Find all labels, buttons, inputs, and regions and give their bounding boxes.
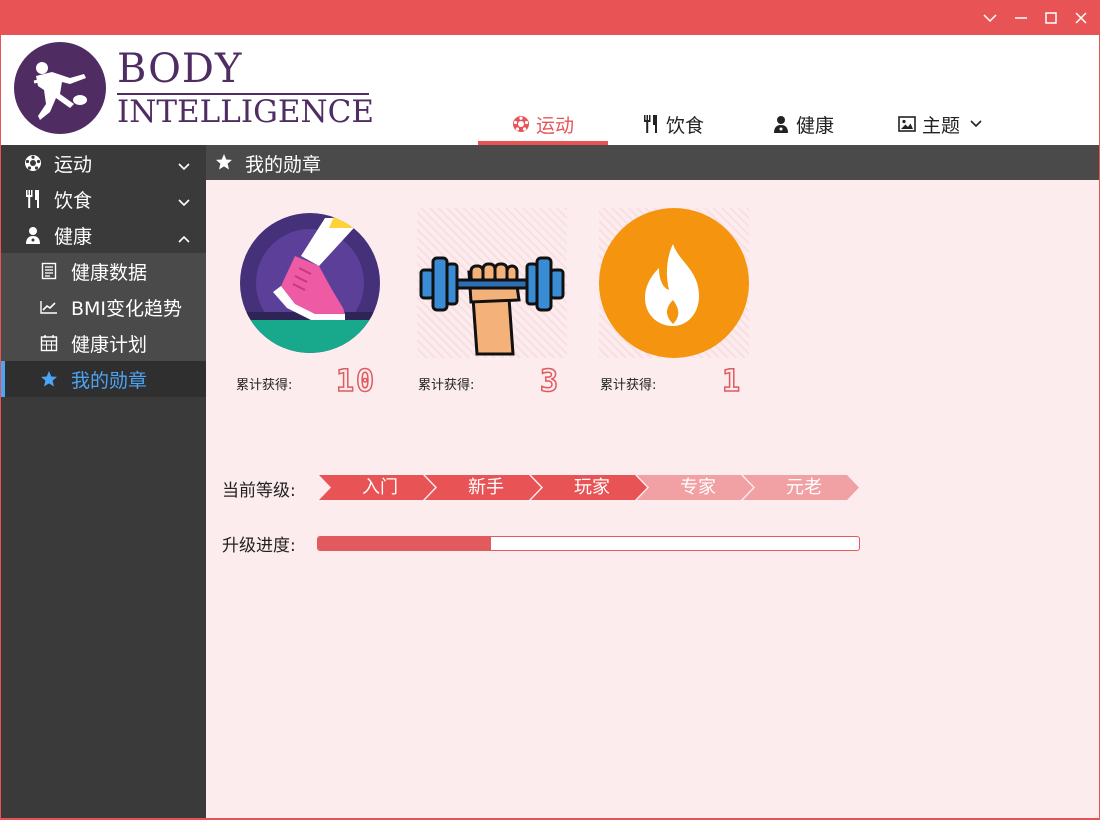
badge-count-label: 累计获得: (418, 378, 475, 393)
logo-text-intelligence: INTELLIGENCE (117, 94, 374, 130)
badge-count-value: 1 (721, 363, 743, 400)
badge-count-value: 10 (335, 363, 377, 400)
sidebar-subitem-bmi-trend[interactable]: BMI变化趋势 (1, 289, 206, 325)
level-step: 新手 (425, 475, 541, 500)
calendar-icon (39, 333, 59, 353)
doctor-icon (772, 115, 790, 133)
fork-knife-icon (23, 189, 43, 209)
sidebar-item-label: 运动 (54, 154, 93, 176)
nav-tab-theme[interactable]: 主题 (868, 103, 1018, 145)
chevron-down-icon (970, 120, 982, 128)
badge-count-label: 累计获得: (236, 378, 293, 393)
nav-tab-label: 运动 (535, 114, 574, 137)
page-header: 我的勋章 (206, 145, 1099, 180)
maximize-icon[interactable] (1036, 0, 1066, 35)
progress-bar (317, 536, 860, 551)
level-step-label: 入门 (362, 477, 398, 498)
nav-tab-label: 健康 (795, 114, 834, 137)
sidebar-item-sport[interactable]: 运动 (1, 145, 206, 181)
sidebar: 运动 饮食 健康 健康数据 BMI变化趋势 健康计划 我的勋章 (1, 145, 206, 818)
nav-tab-diet[interactable]: 饮食 (608, 103, 738, 145)
sidebar-item-diet[interactable]: 饮食 (1, 181, 206, 217)
nav-tab-label: 主题 (921, 114, 960, 137)
logo-text-body: BODY (117, 46, 243, 92)
sidebar-subitem-label: 健康计划 (71, 334, 148, 356)
level-step-label: 元老 (786, 477, 822, 498)
level-step-label: 专家 (680, 477, 716, 498)
sidebar-subitem-my-badges[interactable]: 我的勋章 (1, 361, 206, 397)
sidebar-subitem-label: BMI变化趋势 (71, 298, 183, 320)
chevron-down-icon[interactable] (975, 0, 1005, 35)
title-bar (0, 0, 1100, 35)
logo-icon (14, 42, 106, 134)
chevron-down-icon (178, 190, 190, 212)
sidebar-item-label: 饮食 (54, 190, 93, 212)
sidebar-item-label: 健康 (54, 226, 93, 248)
page-title: 我的勋章 (245, 154, 322, 176)
image-icon (898, 116, 916, 132)
progress-fill (318, 537, 492, 550)
sidebar-item-health[interactable]: 健康 (1, 217, 206, 253)
sidebar-subitem-label: 健康数据 (71, 262, 148, 284)
badge-count-label: 累计获得: (600, 378, 657, 393)
level-step: 元老 (743, 475, 859, 500)
sidebar-subitem-health-plan[interactable]: 健康计划 (1, 325, 206, 361)
nav-tab-sport[interactable]: 运动 (478, 103, 608, 145)
level-step: 专家 (637, 475, 753, 500)
minimize-icon[interactable] (1006, 0, 1036, 35)
level-step-label: 新手 (468, 477, 504, 498)
level-step: 玩家 (531, 475, 647, 500)
fork-knife-icon (642, 114, 660, 134)
badge-count-value: 3 (539, 363, 561, 400)
level-step-label: 玩家 (574, 477, 610, 498)
star-icon (215, 153, 233, 176)
star-icon (39, 369, 59, 389)
line-chart-icon (39, 297, 59, 317)
doctor-icon (23, 225, 43, 245)
document-icon (39, 261, 59, 281)
chevron-up-icon (178, 226, 190, 248)
nav-tab-label: 饮食 (665, 114, 704, 137)
close-icon[interactable] (1066, 0, 1096, 35)
level-label: 当前等级: (222, 481, 296, 501)
level-step: 入门 (319, 475, 435, 500)
app-header: BODY INTELLIGENCE 运动 饮食 健康 主题 (1, 35, 1099, 145)
sidebar-subitem-label: 我的勋章 (71, 370, 148, 392)
soccer-ball-icon (512, 115, 530, 133)
soccer-ball-icon (23, 153, 43, 173)
progress-label: 升级进度: (222, 536, 296, 556)
fire-badge-icon (599, 208, 749, 358)
strength-badge-icon (417, 208, 567, 358)
chevron-down-icon (178, 154, 190, 176)
running-badge-icon (235, 208, 385, 358)
sidebar-subitem-health-data[interactable]: 健康数据 (1, 253, 206, 289)
nav-tab-health[interactable]: 健康 (738, 103, 868, 145)
